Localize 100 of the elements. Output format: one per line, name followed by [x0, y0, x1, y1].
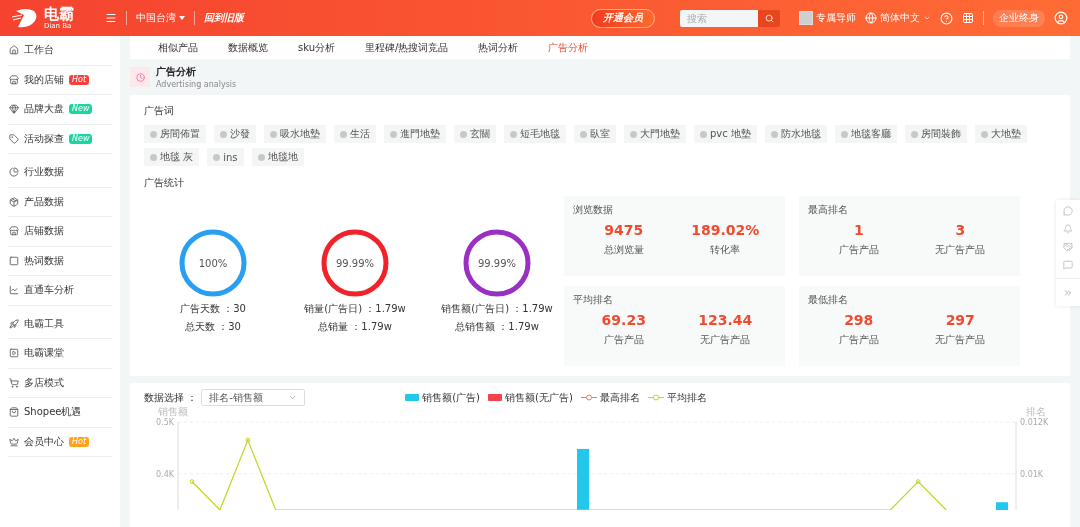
keyword-tag[interactable]: 地毯客廳 [834, 125, 897, 143]
keyword-tag[interactable]: 進門地墊 [384, 125, 446, 143]
user-icon[interactable] [1054, 11, 1068, 25]
data-select[interactable]: 排名-销售额 [201, 389, 306, 406]
tick-label: 0.01K [1020, 469, 1044, 479]
stat-value: 9475 [604, 222, 644, 238]
tab[interactable]: 热词分析 [478, 40, 519, 55]
keyword-tag[interactable]: 臥室 [574, 125, 616, 143]
stat-label: 无广告产品 [935, 333, 986, 347]
ring-value: 99.99% [477, 258, 517, 269]
tab[interactable]: 广告分析 [548, 40, 589, 55]
keyword-tag[interactable]: 地毯 灰 [144, 148, 200, 166]
select-label: 数据选择 ： [144, 390, 198, 405]
play-icon [9, 348, 19, 359]
search-button[interactable] [758, 9, 780, 27]
home-icon [9, 45, 19, 56]
chevron-icon [923, 14, 931, 22]
chevrons-icon [1063, 287, 1073, 298]
line-chart-icon [9, 285, 19, 296]
ring-value: 100% [198, 258, 228, 269]
stat-title: 平均排名 [573, 293, 614, 307]
sidebar-item[interactable]: 电霸工具 [8, 309, 112, 339]
stat-title: 最高排名 [808, 203, 849, 217]
badge: Hot [69, 74, 90, 85]
section-title: 广告统计 [144, 176, 185, 190]
search-field[interactable]: 搜索 [680, 9, 758, 27]
handshake-icon[interactable] [1063, 242, 1073, 252]
sidebar-item[interactable]: 我的店铺 Hot [8, 65, 112, 95]
tab[interactable]: 数据概览 [228, 40, 268, 55]
keyword-tag[interactable]: 防水地毯 [764, 125, 827, 143]
keyword-tag[interactable]: 大地墊 [974, 125, 1027, 143]
stat-title: 最低排名 [808, 293, 849, 307]
stat-value: 1 [853, 222, 864, 238]
stat-value: 298 [844, 312, 874, 328]
bar [577, 448, 590, 510]
legend-item[interactable]: 平均排名 [647, 390, 707, 405]
section-title: 广告词 [144, 104, 175, 118]
legend-item[interactable]: 销售额(广告) [405, 390, 480, 405]
search-icon [764, 13, 774, 23]
tick-label: 0.4K [156, 469, 174, 479]
stat-label: 总浏览量 [603, 243, 644, 257]
ring-caption: 总销售额 ：1.79w [455, 320, 539, 334]
ring-caption: 总天数 ：30 [185, 320, 241, 334]
ring-caption: 销量(广告日) ：1.79w [304, 302, 406, 316]
keyword-tag[interactable]: 玄關 [454, 125, 496, 143]
diamond-icon [9, 104, 19, 115]
keyword-tag[interactable]: 生活 [334, 125, 376, 143]
stat-value: 69.23 [601, 312, 646, 328]
tab[interactable]: sku分析 [298, 40, 336, 55]
sidebar-item[interactable]: 产品数据 [8, 187, 112, 217]
tag-icon [9, 133, 19, 144]
keyword-tag[interactable]: ins [207, 148, 244, 166]
store-icon [9, 74, 19, 85]
sidebar-item[interactable]: 电霸课堂 [8, 339, 112, 369]
keyword-tag[interactable]: 短毛地毯 [504, 125, 566, 143]
logo-text: 电霸 [44, 6, 74, 22]
menu-icon[interactable] [105, 12, 117, 24]
sidebar-item[interactable]: 活动探查 New [8, 124, 112, 154]
badge: New [69, 133, 93, 144]
keyword-tag[interactable]: pvc 地墊 [694, 125, 757, 143]
sidebar-item[interactable]: 店铺数据 [8, 217, 112, 247]
stat-label: 广告产品 [603, 333, 644, 347]
sidebar-item[interactable]: 工作台 [8, 36, 112, 66]
tick-label: 0.012K [1020, 418, 1049, 427]
keyword-tag[interactable]: 吸水地墊 [264, 125, 326, 143]
page-subtitle: Advertising analysis [156, 80, 237, 89]
message-icon[interactable] [1063, 260, 1073, 270]
crown-icon [9, 436, 19, 447]
ring-value: 99.99% [335, 258, 375, 269]
old-version-link[interactable]: 回到旧版 [204, 11, 244, 25]
region-select[interactable]: 中国台湾 [136, 11, 185, 25]
tab[interactable]: 里程碑/热搜词竞品 [365, 40, 449, 55]
keyword-tag[interactable]: 房間佈置 [144, 125, 206, 143]
globe-icon [865, 12, 877, 24]
tab[interactable]: 相似产品 [158, 40, 198, 55]
sidebar-item[interactable]: 品牌大盘 New [8, 95, 112, 125]
keyword-tag[interactable]: 房間裝飾 [904, 125, 967, 143]
legend-item[interactable]: 最高排名 [580, 390, 640, 405]
stat-value: 123.44 [698, 312, 753, 328]
sidebar-item[interactable]: 热词数据 [8, 246, 112, 276]
sidebar-item[interactable]: 多店模式 [8, 368, 112, 398]
sidebar-item[interactable]: 会员中心 Hot [8, 427, 112, 457]
sidebar-item[interactable]: 行业数据 [8, 158, 112, 188]
stat-value: 189.02% [691, 222, 760, 238]
bell-icon[interactable] [1063, 224, 1073, 234]
keyword-tag[interactable]: 大門地墊 [624, 125, 686, 143]
sidebar-item[interactable]: 直通车分析 [8, 276, 112, 306]
help-icon[interactable] [940, 11, 953, 25]
clock-icon [130, 67, 150, 87]
keyword-tag[interactable]: 沙發 [214, 125, 256, 143]
ring-caption: 广告天数 ：30 [180, 302, 246, 316]
keyword-tag[interactable]: 地毯地 [251, 148, 304, 166]
legend-item[interactable]: 销售额(无广告) [488, 390, 573, 405]
chevron-icon [288, 393, 298, 402]
sidebar-item[interactable]: Shopee机遇 [8, 398, 112, 428]
collapse-button[interactable] [1056, 278, 1080, 306]
chat-icon[interactable] [1063, 206, 1073, 216]
stat-label: 广告产品 [838, 333, 879, 347]
apps-icon[interactable] [962, 12, 974, 24]
tick-label: 0.5K [156, 418, 174, 427]
